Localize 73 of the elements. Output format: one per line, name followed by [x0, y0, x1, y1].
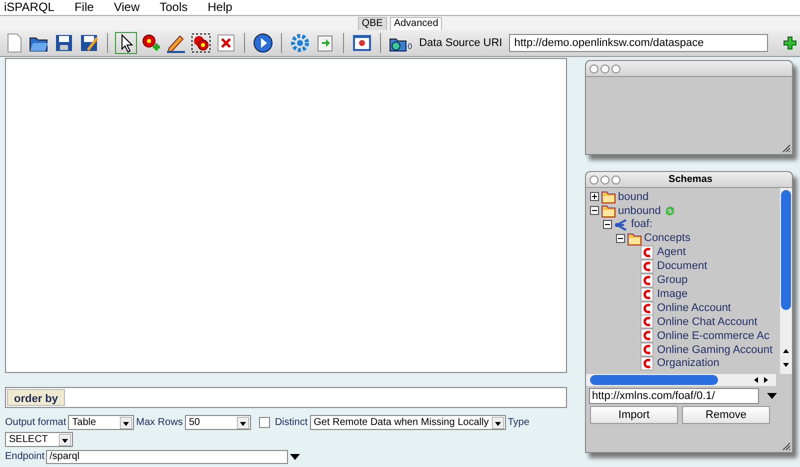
url-field[interactable]: http://xmlns.com/foaf/0.1/ — [589, 388, 759, 404]
window-controls-icon[interactable] — [589, 64, 623, 74]
field-label: Endpoint — [5, 450, 44, 464]
dialog-button[interactable]: Import — [590, 406, 678, 424]
resize-grip-icon[interactable] — [782, 144, 791, 153]
view-tab[interactable]: QBE — [358, 17, 387, 30]
field-label: order by — [7, 389, 66, 406]
gear-icon[interactable] — [288, 32, 311, 54]
menu-item[interactable]: Tools — [160, 0, 188, 15]
window-controls-icon[interactable] — [589, 174, 623, 184]
field-label: Max Rows — [136, 416, 183, 430]
tree-item[interactable]: Online E-commerce Ac — [657, 328, 770, 344]
count-label: 0 — [408, 41, 412, 53]
node-graph-icon — [614, 217, 629, 232]
play-icon[interactable] — [252, 32, 274, 54]
caret-icon[interactable] — [290, 452, 300, 460]
class-icon — [640, 356, 655, 372]
caret-icon — [59, 434, 71, 446]
folder-icon — [627, 231, 642, 246]
class-icon — [640, 328, 655, 344]
pointer-icon[interactable] — [114, 32, 137, 54]
field-label: Data Source URI — [419, 36, 502, 51]
folder-icon — [601, 203, 616, 218]
window-icon[interactable] — [350, 32, 373, 54]
menu-item[interactable]: iSPARQL — [4, 0, 54, 15]
menu-item[interactable]: Help — [208, 0, 232, 15]
class-icon — [640, 286, 655, 302]
field-label: Distinct — [274, 416, 308, 430]
delete-icon[interactable] — [214, 32, 237, 54]
expand-icon[interactable] — [590, 192, 599, 202]
collapse-icon[interactable] — [616, 234, 625, 244]
order-by-field[interactable]: order by — [5, 387, 567, 408]
tree-item[interactable]: Document — [657, 258, 708, 275]
field-label: Output format — [5, 416, 66, 430]
dropdown[interactable]: 50 — [184, 415, 251, 430]
class-icon — [640, 342, 655, 358]
horizontal-scrollbar[interactable] — [586, 374, 776, 386]
vertical-scrollbar[interactable] — [780, 188, 792, 374]
view-tab[interactable]: Advanced — [390, 17, 442, 30]
class-icon — [640, 272, 655, 288]
window-title: Schemas — [668, 173, 714, 187]
class-icon — [640, 300, 655, 316]
collapse-icon[interactable] — [603, 220, 612, 230]
dropdown[interactable]: Table — [68, 415, 134, 430]
caret-icon[interactable] — [767, 392, 777, 400]
dropdown[interactable]: SELECT — [5, 432, 73, 447]
collapse-icon[interactable] — [590, 206, 599, 216]
class-icon — [640, 245, 655, 260]
menu-item[interactable]: File — [74, 0, 94, 15]
tree-item[interactable]: Online Gaming Account — [657, 342, 773, 358]
tree-item[interactable]: Agent — [657, 244, 686, 261]
tree-item[interactable]: Organization — [657, 355, 720, 372]
save-icon[interactable] — [53, 32, 75, 54]
menu-item[interactable]: View — [114, 0, 140, 15]
checkbox[interactable] — [258, 417, 270, 428]
dialog-button[interactable]: Remove — [682, 406, 770, 424]
save-as-icon[interactable] — [78, 32, 100, 54]
caret-icon — [120, 416, 132, 428]
class-icon — [640, 314, 655, 330]
field-label: Type — [508, 416, 530, 430]
class-icon — [640, 258, 655, 274]
caret-icon — [236, 416, 249, 428]
tree-item[interactable]: Online Account — [657, 300, 731, 316]
folder-icon — [601, 189, 616, 204]
dropdown[interactable]: Get Remote Data when Missing Locally — [310, 415, 506, 430]
uri-field[interactable]: http://demo.openlinksw.com/dataspace — [509, 34, 768, 52]
tree-item[interactable]: bound — [618, 188, 649, 206]
endpoint-field[interactable]: /sparql — [46, 450, 288, 464]
node-group-icon[interactable] — [190, 32, 212, 54]
resize-grip-icon[interactable] — [782, 442, 791, 451]
caret-icon — [492, 416, 504, 428]
tree-item[interactable]: Online Chat Account — [657, 314, 758, 330]
tree-item[interactable]: Concepts — [644, 230, 690, 247]
